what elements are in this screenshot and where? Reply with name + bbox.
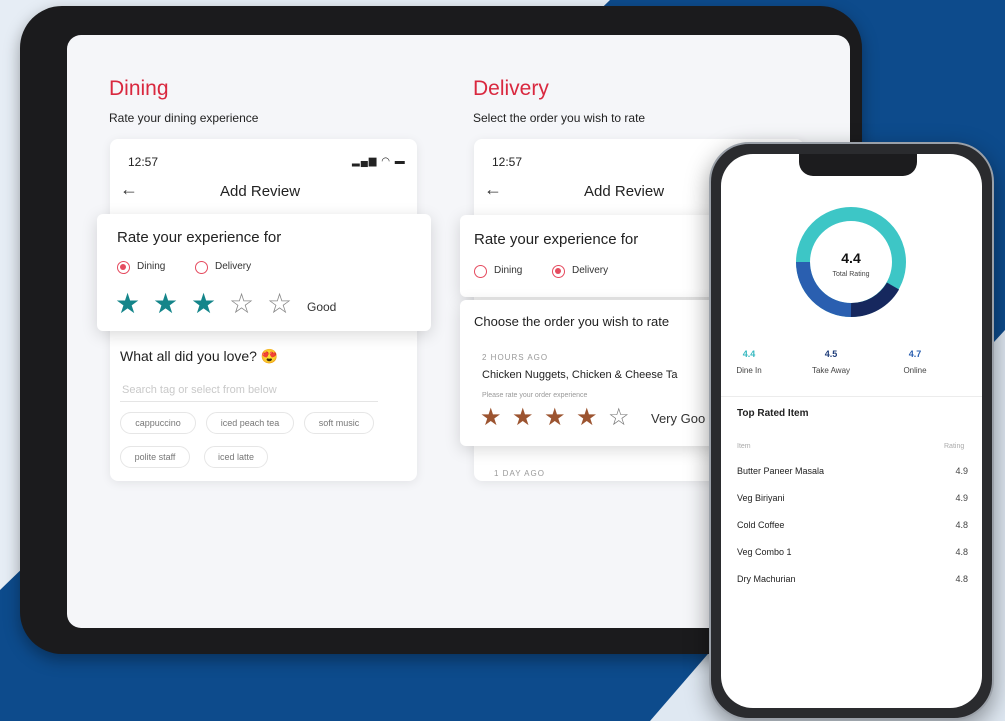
stat-label: Online [903, 366, 927, 375]
tag-chip[interactable]: polite staff [120, 446, 190, 468]
rating-label: Very Goo [651, 411, 706, 426]
star-icon[interactable]: ★ [115, 290, 140, 318]
radio-delivery[interactable] [552, 265, 565, 278]
add-review-header: Add Review [584, 183, 665, 200]
radio-delivery-label: Delivery [572, 265, 609, 276]
dining-rate-card: Rate your experience for Dining Delivery… [97, 214, 431, 331]
radio-delivery[interactable] [195, 261, 208, 274]
star-icon[interactable]: ★ [480, 406, 502, 430]
order-time-ago: 2 HOURS AGO [482, 353, 549, 362]
star-icon[interactable]: ☆ [267, 290, 292, 318]
list-item-name[interactable]: Cold Coffee [737, 520, 784, 530]
order-name[interactable]: Chicken Nuggets, Chicken & Cheese Ta [482, 369, 677, 381]
donut-segment-mid [796, 261, 852, 317]
radio-dining-label: Dining [494, 265, 523, 276]
total-rating-label: Total Rating [832, 271, 870, 278]
tag-search-input[interactable]: Search tag or select from below [122, 384, 277, 396]
radio-dining[interactable] [117, 261, 130, 274]
list-item-rating: 4.8 [955, 520, 968, 530]
stat-label: Take Away [811, 366, 851, 375]
list-item-name[interactable]: Dry Machurian [737, 574, 796, 584]
stat-value: 4.4 [742, 349, 756, 359]
add-review-header: Add Review [220, 183, 301, 200]
col-rating-header: Rating [944, 443, 965, 450]
top-rated-title: Top Rated Item [737, 408, 809, 419]
order-time-ago: 1 DAY AGO [494, 469, 545, 478]
tag-chip[interactable]: cappuccino [120, 412, 196, 434]
radio-dining[interactable] [474, 265, 487, 278]
tag-chip[interactable]: iced latte [204, 446, 268, 468]
list-item-rating: 4.8 [955, 574, 968, 584]
donut-segment-dark [850, 282, 900, 318]
tag-chip[interactable]: iced peach tea [206, 412, 294, 434]
radio-dining-label: Dining [137, 261, 166, 272]
delivery-subtitle: Select the order you wish to rate [473, 111, 646, 125]
list-item-rating: 4.9 [955, 466, 968, 476]
divider [721, 396, 982, 397]
back-arrow-icon[interactable]: ← [484, 179, 502, 200]
star-icon[interactable]: ★ [576, 406, 598, 430]
dining-subtitle: Rate your dining experience [109, 111, 259, 125]
back-arrow-icon[interactable]: ← [120, 179, 138, 200]
rate-title: Rate your experience for [474, 231, 639, 248]
dining-title: Dining [109, 77, 169, 100]
rate-title: Rate your experience for [117, 229, 282, 246]
col-item-header: Item [737, 443, 751, 450]
stat-value: 4.5 [824, 349, 838, 359]
phone-device: 4.4 Total Rating 4.4 Dine In 4.5 Take Away 4… [709, 142, 994, 720]
list-item-name[interactable]: Veg Combo 1 [737, 547, 792, 557]
status-time: 12:57 [128, 155, 159, 169]
stat-label: Dine In [736, 366, 762, 375]
star-icon[interactable]: ★ [544, 406, 566, 430]
star-icon[interactable]: ☆ [229, 290, 254, 318]
choose-order-title: Choose the order you wish to rate [474, 314, 670, 329]
star-icon[interactable]: ☆ [608, 406, 630, 430]
star-icon[interactable]: ★ [191, 290, 216, 318]
signal-wifi-battery-icon: ▂▄▆ ◠ ▬ [352, 156, 406, 167]
phone-screen: 4.4 Total Rating 4.4 Dine In 4.5 Take Away 4… [721, 154, 982, 708]
list-item-name[interactable]: Butter Paneer Masala [737, 466, 824, 476]
status-time: 12:57 [492, 155, 523, 169]
delivery-title: Delivery [473, 77, 549, 100]
phone-notch [799, 154, 917, 176]
list-item-rating: 4.8 [955, 547, 968, 557]
list-item-rating: 4.9 [955, 493, 968, 503]
order-rate-prompt: Please rate your order experience [482, 392, 588, 399]
stat-value: 4.7 [908, 349, 922, 359]
radio-delivery-label: Delivery [215, 261, 252, 272]
list-item-name[interactable]: Veg Biriyani [737, 493, 785, 503]
love-question: What all did you love? 😍 [120, 348, 279, 364]
star-icon[interactable]: ★ [153, 290, 178, 318]
rating-label: Good [307, 300, 337, 314]
total-rating-value: 4.4 [841, 250, 861, 266]
search-underline [120, 401, 378, 402]
tag-chip[interactable]: soft music [304, 412, 374, 434]
star-icon[interactable]: ★ [512, 406, 534, 430]
